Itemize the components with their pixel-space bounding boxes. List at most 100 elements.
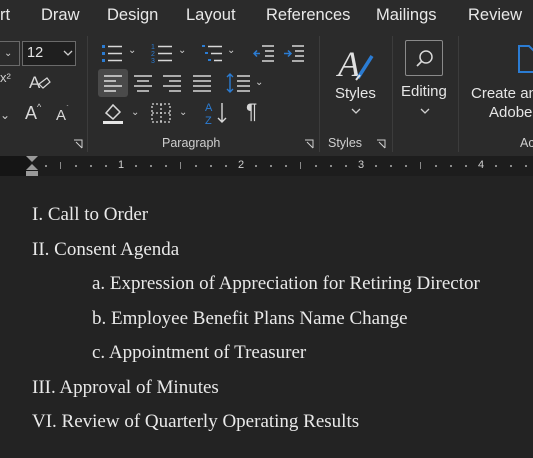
svg-text:A: A bbox=[25, 103, 37, 122]
sort-icon[interactable]: A Z bbox=[204, 100, 230, 126]
svg-text:1: 1 bbox=[151, 44, 155, 51]
ruler-tick bbox=[105, 165, 107, 167]
tab-review[interactable]: Review bbox=[468, 6, 522, 25]
ruler-tick bbox=[420, 162, 421, 169]
case-dropdown-icon[interactable]: ⌄ bbox=[0, 108, 10, 122]
search-icon bbox=[416, 50, 433, 67]
group-separator bbox=[319, 36, 320, 152]
ruler-number: 3 bbox=[358, 159, 365, 171]
ruler-tick bbox=[375, 165, 377, 167]
svg-text:A: A bbox=[205, 102, 213, 114]
show-formatting-marks-icon[interactable]: ¶ bbox=[246, 100, 257, 124]
agenda-subitem: b. Employee Benefit Plans Name Change bbox=[92, 308, 408, 329]
font-dialog-launcher-icon[interactable] bbox=[73, 139, 83, 149]
agenda-subitem: a. Expression of Appreciation for Retiri… bbox=[92, 273, 480, 294]
group-separator bbox=[392, 36, 393, 152]
styles-icon: A bbox=[336, 44, 374, 82]
ruler-tick bbox=[510, 165, 512, 167]
agenda-item: II. Consent Agenda bbox=[32, 239, 180, 260]
chevron-down-icon bbox=[420, 108, 430, 114]
align-right-icon[interactable] bbox=[162, 74, 182, 92]
borders-icon[interactable] bbox=[150, 102, 172, 124]
ruler-tick bbox=[60, 162, 61, 169]
shading-icon[interactable] bbox=[101, 101, 125, 125]
shrink-font-icon[interactable]: A ˇ bbox=[55, 105, 75, 123]
ruler-tick bbox=[210, 165, 212, 167]
multilevel-list-icon[interactable] bbox=[200, 42, 224, 64]
font-name-box-partial[interactable]: ⌄ bbox=[0, 41, 20, 66]
ruler-number: 2 bbox=[238, 159, 245, 171]
chevron-down-icon bbox=[351, 108, 361, 114]
adobe-pdf-icon bbox=[518, 45, 533, 73]
tab-layout[interactable]: Layout bbox=[186, 6, 236, 25]
font-size-value: 12 bbox=[27, 45, 44, 61]
tab-design[interactable]: Design bbox=[107, 6, 158, 25]
grow-font-icon[interactable]: A ^ bbox=[24, 102, 44, 122]
styles-label: Styles bbox=[335, 85, 376, 102]
svg-text:ˇ: ˇ bbox=[66, 105, 69, 113]
svg-text:^: ^ bbox=[37, 102, 42, 112]
ruler-tick bbox=[405, 165, 407, 167]
editing-button[interactable]: Editing bbox=[398, 38, 454, 128]
ruler-tick bbox=[135, 165, 137, 167]
tab-references[interactable]: References bbox=[266, 6, 350, 25]
ruler-tick bbox=[450, 165, 452, 167]
font-size-select[interactable]: 12 bbox=[22, 41, 76, 66]
ruler-tick bbox=[345, 165, 347, 167]
styles-group-label: Styles bbox=[328, 136, 363, 150]
ruler-tick bbox=[435, 165, 437, 167]
ruler-tick bbox=[465, 165, 467, 167]
svg-text:A: A bbox=[56, 107, 66, 123]
line-spacing-icon[interactable] bbox=[226, 72, 252, 94]
agenda-item: III. Approval of Minutes bbox=[32, 377, 219, 398]
ruler-tick bbox=[330, 165, 332, 167]
align-left-button[interactable] bbox=[98, 69, 128, 97]
chevron-down-icon[interactable]: ⌄ bbox=[128, 45, 136, 56]
numbering-icon[interactable]: 123 bbox=[150, 42, 174, 64]
horizontal-ruler[interactable]: 1 2 3 4 bbox=[0, 156, 533, 177]
tab-mailings[interactable]: Mailings bbox=[376, 6, 437, 25]
create-adobe-pdf-button[interactable]: Create an Adobe bbox=[466, 38, 533, 128]
styles-dialog-launcher-icon[interactable] bbox=[376, 139, 386, 149]
chevron-down-icon[interactable]: ⌄ bbox=[131, 107, 139, 118]
svg-text:2: 2 bbox=[151, 51, 155, 58]
ruler-tick bbox=[390, 165, 392, 167]
document-page[interactable]: I. Call to Order II. Consent Agenda a. E… bbox=[0, 176, 533, 458]
svg-text:A: A bbox=[29, 73, 41, 92]
tab-draw[interactable]: Draw bbox=[41, 6, 80, 25]
acrobat-group-label-partial: Ac bbox=[520, 136, 533, 150]
ruler-tick bbox=[180, 162, 181, 169]
styles-button[interactable]: A Styles bbox=[328, 38, 384, 128]
ruler-number: 1 bbox=[118, 159, 125, 171]
chevron-down-icon[interactable]: ⌄ bbox=[227, 45, 235, 56]
align-center-icon[interactable] bbox=[133, 74, 153, 92]
chevron-down-icon bbox=[63, 50, 73, 56]
superscript-icon[interactable]: x² bbox=[0, 70, 11, 85]
clear-formatting-icon[interactable]: A bbox=[27, 70, 51, 94]
justify-icon[interactable] bbox=[192, 74, 212, 92]
chevron-down-icon[interactable]: ⌄ bbox=[255, 77, 263, 88]
ruler-tick bbox=[150, 165, 152, 167]
ruler-tick bbox=[195, 165, 197, 167]
chevron-down-icon[interactable]: ⌄ bbox=[178, 45, 186, 56]
ruler-tick bbox=[300, 162, 301, 169]
ruler-tick bbox=[165, 165, 167, 167]
decrease-indent-icon[interactable] bbox=[253, 42, 275, 64]
chevron-down-icon[interactable]: ⌄ bbox=[179, 107, 187, 118]
ruler-tick bbox=[270, 165, 272, 167]
ruler-tick bbox=[255, 165, 257, 167]
increase-indent-icon[interactable] bbox=[283, 42, 305, 64]
ruler-tick bbox=[525, 165, 527, 167]
ruler-tick bbox=[75, 165, 77, 167]
menu-bar: rt Draw Design Layout References Mailing… bbox=[0, 0, 533, 30]
paragraph-dialog-launcher-icon[interactable] bbox=[304, 139, 314, 149]
svg-text:Z: Z bbox=[205, 115, 212, 126]
ruler-tick bbox=[225, 165, 227, 167]
tab-insert-partial[interactable]: rt bbox=[0, 6, 10, 25]
ribbon: ⌄ 12 x² A ⌄ A ^ A ˇ ⌄ 123 ⌄ ⌄ ⌄ ⌄ ⌄ A Z … bbox=[0, 30, 533, 156]
ruler-tick bbox=[90, 165, 92, 167]
editing-label: Editing bbox=[401, 83, 447, 100]
ruler-tick bbox=[495, 165, 497, 167]
ruler-number: 4 bbox=[478, 159, 485, 171]
bullets-icon[interactable] bbox=[100, 42, 124, 64]
